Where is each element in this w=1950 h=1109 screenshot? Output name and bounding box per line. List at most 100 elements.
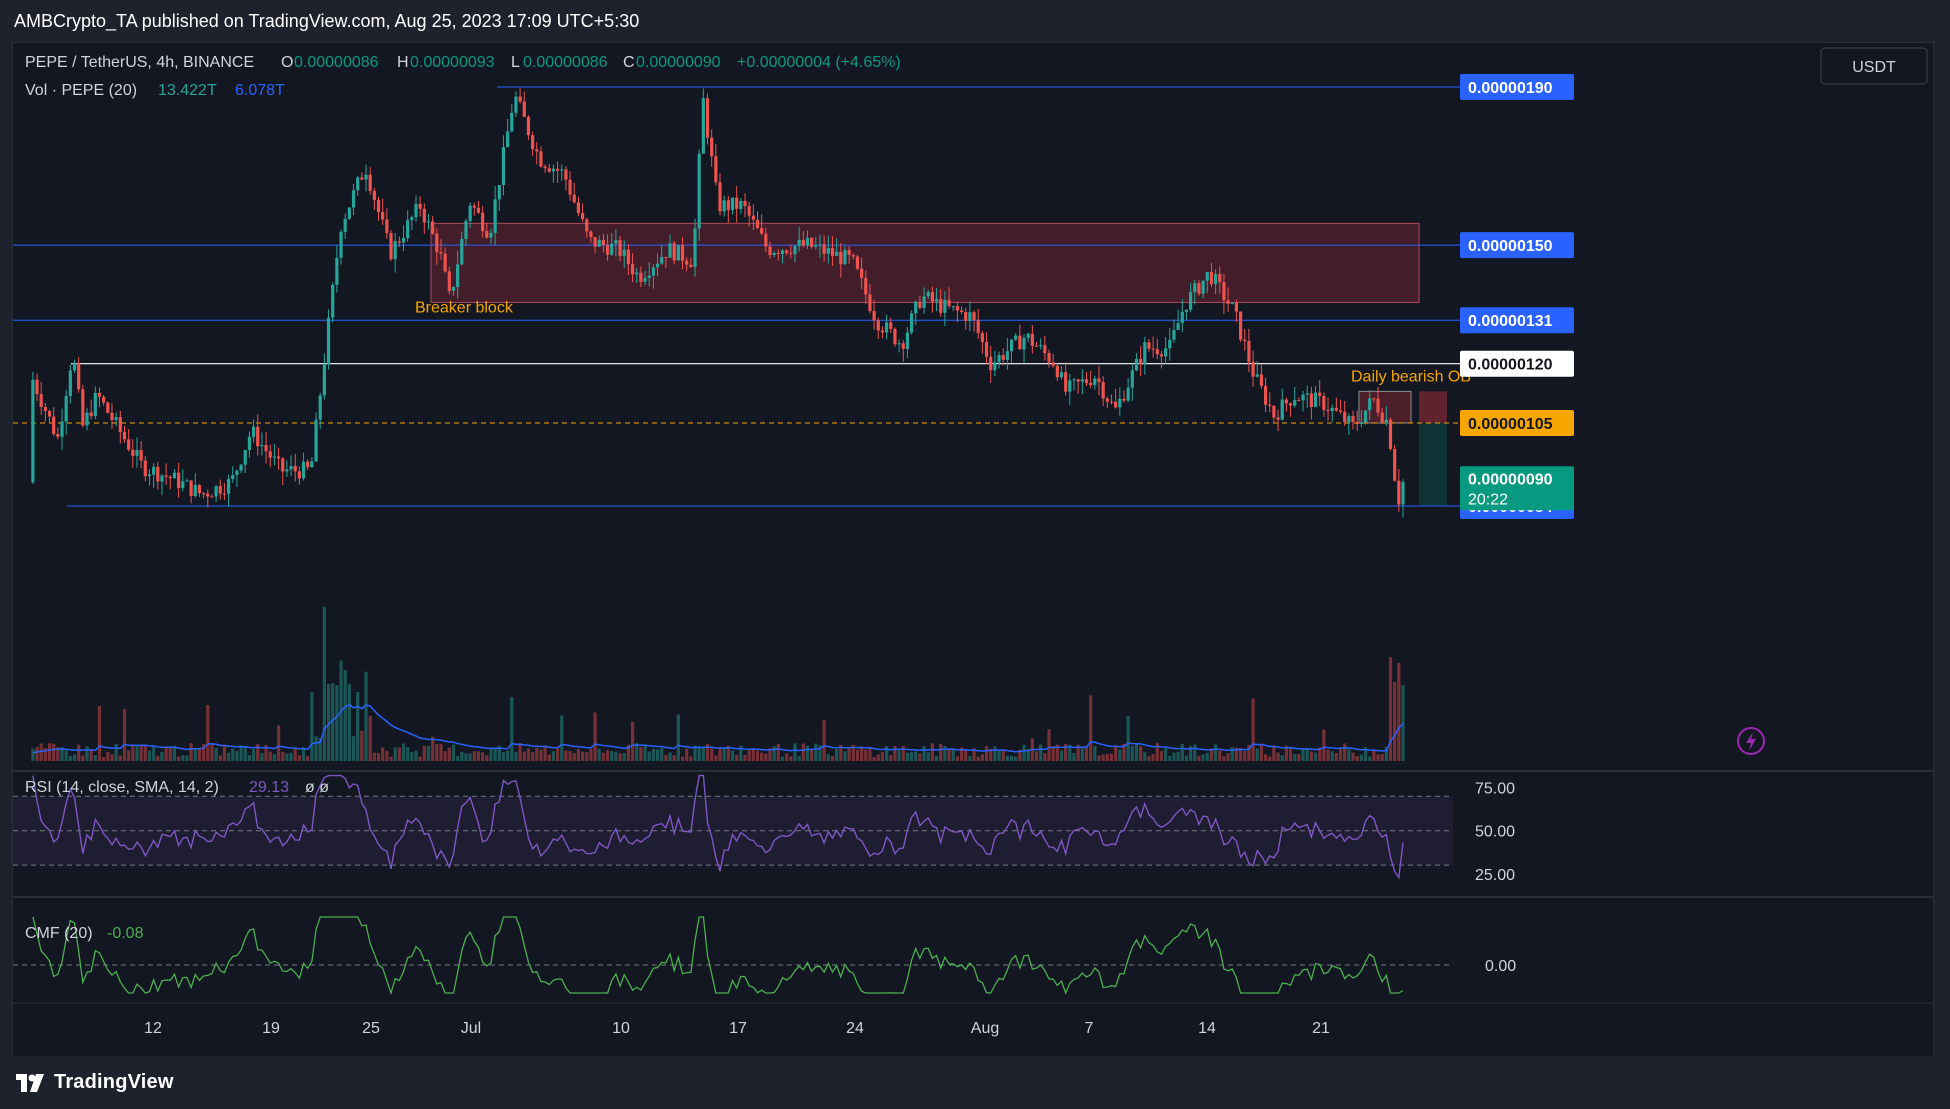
volume-bar [443,751,447,761]
candle-body [385,219,389,234]
volume-bar [110,754,114,761]
ohlc-h-value: 0.00000093 [410,54,495,71]
symbol-legend[interactable]: PEPE / TetherUS, 4h, BINANCE [25,54,254,71]
candle-body [114,417,118,421]
candle-body [306,461,310,468]
volume-bar [1151,754,1155,761]
candle-body [147,474,152,477]
volume-bar [39,743,43,761]
candle-body [1363,410,1368,423]
volume-legend-label[interactable]: Vol · PEPE (20) [25,82,137,99]
volume-bar [689,756,693,761]
volume-bar [1105,753,1109,761]
ohlc-l-value: 0.00000086 [523,54,608,71]
volume-bar [826,754,830,761]
candle-body [1280,399,1284,420]
candle-body [476,207,481,213]
candle-body [1089,382,1093,386]
candle-body [231,474,235,480]
volume-bar [210,743,214,761]
candle-body [64,395,68,422]
volume-bar [922,746,926,761]
candle-body [439,251,443,254]
volume-bar [576,748,581,761]
volume-bar [914,751,918,761]
candle-body [1376,398,1380,413]
volume-bar [1147,756,1151,761]
volume-bar [476,751,481,761]
candle-body [805,237,810,246]
volume-bar [1368,756,1372,761]
candle-body [1230,302,1234,304]
candle-body [847,249,851,255]
candle-body [89,412,93,417]
volume-bar [139,745,143,761]
candle-body [1326,409,1330,412]
candle-body [468,205,472,221]
volume-bar [964,750,968,761]
candle-body [926,292,930,297]
candle-body [755,219,760,229]
volume-bar [156,755,160,761]
volume-bar [776,744,780,761]
candle-body [1147,342,1151,349]
candle-body [401,238,406,243]
candle-body [443,253,447,272]
candle-body [589,231,593,238]
candle-body [1318,392,1322,396]
candle-body [1301,394,1305,401]
volume-bar [1118,749,1122,761]
volume-bar [85,746,89,761]
candle-body [797,239,801,247]
candle-body [1234,302,1239,312]
volume-bar [1197,755,1201,761]
tradingview-logo[interactable]: TradingView [16,1071,174,1094]
candle-body [210,496,214,498]
candle-body [1105,398,1109,402]
candle-body [160,475,164,482]
chart-frame[interactable]: Breaker block Daily bearish OB 75.00 50.00… [12,42,1934,1058]
volume-bar [102,756,106,761]
volume-bar [939,743,943,761]
volume-bar [222,745,227,761]
candle-body [1259,374,1264,386]
volume-bar [185,755,189,761]
x-tick-25: 25 [362,1020,380,1037]
candle-body [918,301,922,308]
candle-body [1097,378,1101,383]
candle-body [705,98,710,138]
volume-bar [814,743,818,761]
currency-button[interactable]: USDT [1820,47,1928,85]
candle-body [655,263,660,268]
candle-body [364,174,368,180]
volume-bar [47,743,52,761]
lightning-icon[interactable] [1737,727,1765,755]
candle-body [52,416,56,434]
volume-bar [605,750,610,761]
cmf-legend[interactable]: CMF (20) [25,925,93,942]
volume-bar [535,747,539,761]
candle-body [251,426,256,437]
cmf-line [32,916,1404,996]
volume-bar [639,747,643,761]
candle-body [735,197,739,209]
ohlc-c-value: 0.00000090 [636,54,721,71]
volume-bar [197,747,202,761]
ohlc-o-label: O [281,54,293,71]
volume-bar [993,746,997,761]
candle-body [1039,345,1043,347]
candle-body [531,135,535,150]
volume-bar [660,747,664,761]
x-axis: 12 19 25 Jul 10 17 24 Aug 7 14 21 [144,1020,1330,1037]
candle-body [897,343,901,345]
rsi-legend[interactable]: RSI (14, close, SMA, 14, 2) [25,779,219,796]
chart-canvas[interactable]: Breaker block Daily bearish OB 75.00 50.00… [13,43,1933,1057]
volume-bar [1376,754,1380,761]
volume-bar [926,752,930,761]
candle-body [1005,351,1009,360]
candle-body [1297,400,1301,402]
volume-bar [1072,752,1076,761]
volume-bar [572,753,576,761]
candle-body [830,248,835,256]
candle-body [601,239,606,246]
